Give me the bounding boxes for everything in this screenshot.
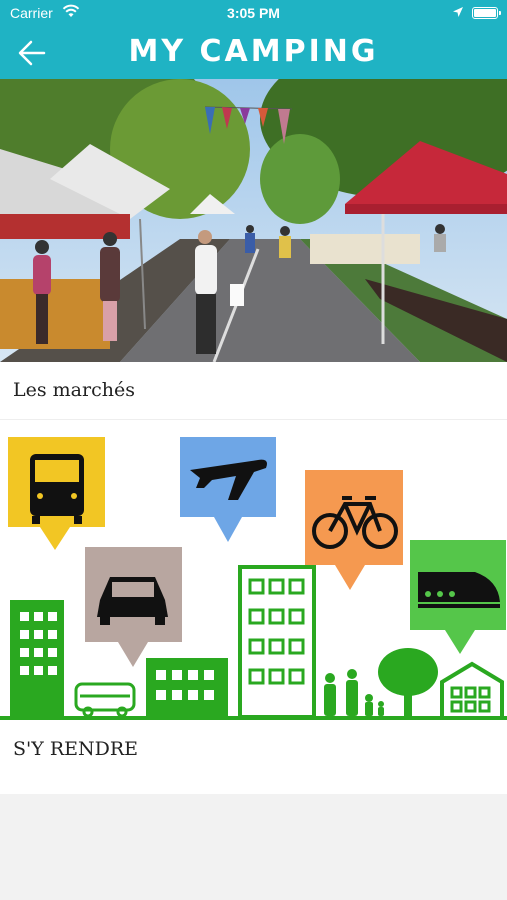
plane-icon	[180, 437, 276, 542]
clock: 3:05 PM	[227, 5, 280, 21]
section-card-getting-there[interactable]: S'Y RENDRE	[0, 419, 507, 794]
section-card-markets[interactable]: Les marchés	[0, 79, 507, 419]
car-icon	[85, 547, 182, 667]
battery-icon	[472, 7, 501, 19]
train-icon	[410, 540, 506, 654]
section-label: Les marchés	[13, 379, 135, 401]
location-arrow-icon	[453, 7, 463, 17]
page-title: MY CAMPING	[128, 34, 379, 69]
nav-bar: MY CAMPING	[0, 26, 507, 79]
bus-icon	[8, 437, 105, 550]
transport-illustration	[0, 437, 507, 720]
status-bar: Carrier 3:05 PM	[0, 0, 507, 26]
section-label: S'Y RENDRE	[13, 738, 139, 760]
markets-photo	[0, 79, 507, 362]
bike-icon	[305, 470, 403, 590]
